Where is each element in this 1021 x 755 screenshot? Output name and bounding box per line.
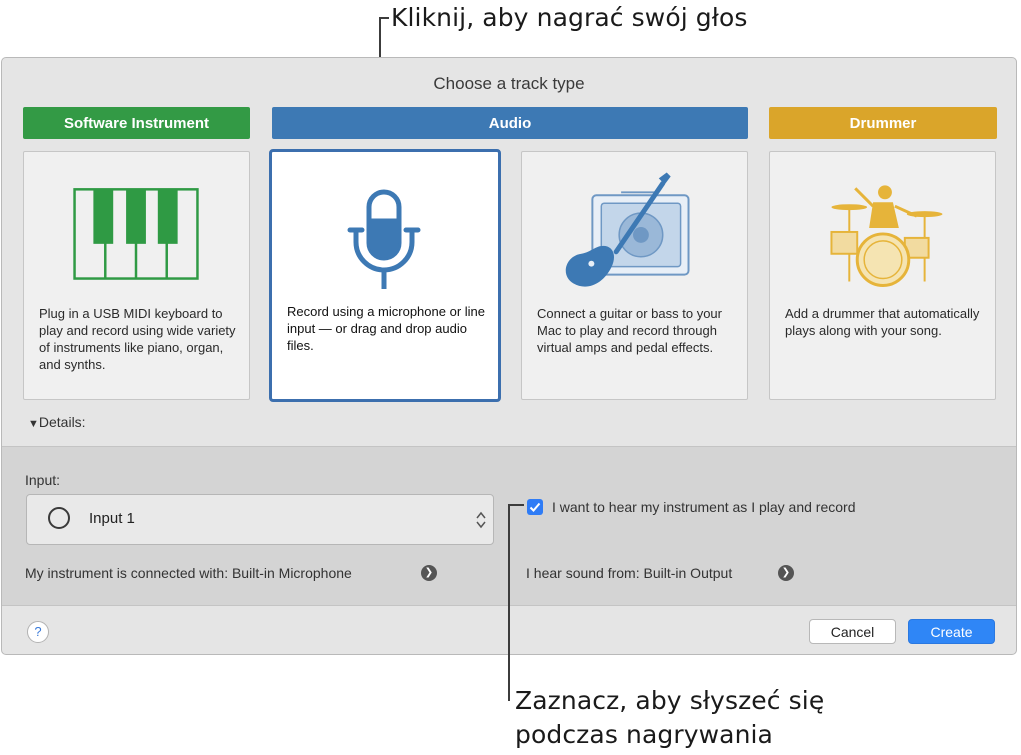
drummer-label: Drummer <box>849 114 917 132</box>
callout-monitor-hint: Zaznacz, aby słyszeć się podczas nagrywa… <box>515 684 824 752</box>
audio-guitar-card[interactable]: Connect a guitar or bass to your Mac to … <box>521 151 748 400</box>
guitar-amp-icon <box>565 172 690 287</box>
software-instrument-description: Plug in a USB MIDI keyboard to play and … <box>39 306 236 372</box>
input-channel-icon <box>48 507 70 529</box>
details-label: Details: <box>38 414 86 430</box>
callout-monitor-line1: Zaznacz, aby słyszeć się <box>515 686 825 715</box>
input-connection-label: My instrument is connected with: Built-i… <box>25 565 352 581</box>
callout-record-voice: Kliknij, aby nagrać swój głos <box>391 3 748 32</box>
callout-leader-bottom <box>508 504 510 701</box>
monitor-checkbox[interactable] <box>527 499 543 515</box>
cancel-button[interactable]: Cancel <box>809 619 896 644</box>
audio-header[interactable]: Audio <box>272 107 748 139</box>
monitor-checkbox-label: I want to hear my instrument as I play a… <box>552 499 856 515</box>
audio-label: Audio <box>488 114 532 132</box>
audio-microphone-card[interactable]: Record using a microphone or line input … <box>269 149 501 402</box>
disclosure-triangle-icon: ▼ <box>28 418 39 430</box>
callout-leader-top-tick <box>379 17 389 19</box>
create-button[interactable]: Create <box>908 619 995 644</box>
piano-keyboard-icon <box>73 188 199 280</box>
drummer-header[interactable]: Drummer <box>769 107 997 139</box>
output-text: I hear sound from: Built-in Output <box>526 565 733 581</box>
software-instrument-label: Software Instrument <box>63 114 210 132</box>
input-connection-text: My instrument is connected with: Built-i… <box>25 565 352 581</box>
help-button[interactable]: ? <box>27 621 49 643</box>
software-instrument-card[interactable]: Plug in a USB MIDI keyboard to play and … <box>23 151 250 400</box>
screenshot-canvas: Kliknij, aby nagrać swój głos Choose a t… <box>0 0 1021 755</box>
drummer-icon <box>830 185 943 287</box>
input-connection-arrow-button[interactable]: ❯ <box>421 565 437 581</box>
checkmark-icon <box>529 502 541 512</box>
details-toggle[interactable]: ▼Details: <box>28 414 86 430</box>
callout-monitor-line2: podczas nagrywania <box>515 720 773 749</box>
input-value: Input 1 <box>89 510 135 527</box>
select-stepper-icon <box>476 511 486 529</box>
audio-guitar-description: Connect a guitar or bass to your Mac to … <box>537 306 722 355</box>
audio-microphone-description: Record using a microphone or line input … <box>287 304 485 353</box>
drummer-description: Add a drummer that automatically plays a… <box>785 306 980 338</box>
drummer-card[interactable]: Add a drummer that automatically plays a… <box>769 151 996 400</box>
software-instrument-header[interactable]: Software Instrument <box>23 107 250 139</box>
input-select[interactable]: Input 1 <box>26 494 494 545</box>
microphone-icon <box>347 189 421 289</box>
output-arrow-button[interactable]: ❯ <box>778 565 794 581</box>
callout-leader-bottom-tick <box>508 504 524 506</box>
input-label: Input: <box>25 472 61 488</box>
dialog-title: Choose a track type <box>433 74 585 93</box>
